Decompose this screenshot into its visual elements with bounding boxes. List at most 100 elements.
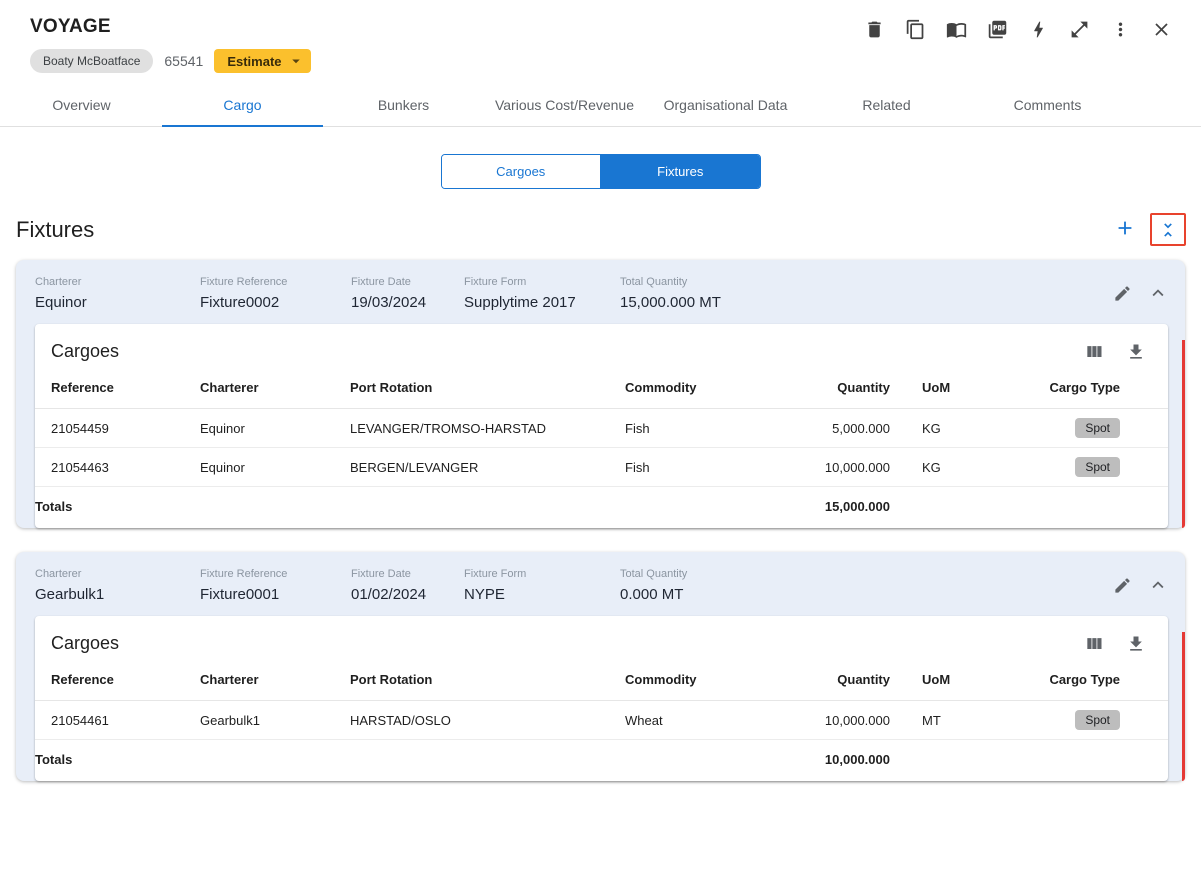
fixtures-section-header: Fixtures (0, 189, 1201, 250)
more-options-button[interactable] (1108, 17, 1132, 41)
tab-related[interactable]: Related (806, 86, 967, 126)
cell-port-rotation: LEVANGER/TROMSO-HARSTAD (350, 408, 625, 448)
totals-label: Totals (35, 499, 73, 514)
tab-cargo[interactable]: Cargo (162, 86, 323, 127)
collapse-fixture-button[interactable] (1147, 282, 1169, 304)
tab-bunkers[interactable]: Bunkers (323, 86, 484, 126)
collapse-fixture-button[interactable] (1147, 574, 1169, 596)
add-fixture-button[interactable] (1108, 217, 1142, 242)
voyage-meta-row: Boaty McBoatface 65541 Estimate (0, 41, 1201, 73)
field-value: NYPE (464, 586, 505, 603)
cell-commodity: Wheat (625, 700, 790, 740)
fixture-reference-field: Fixture Reference Fixture0002 (200, 276, 351, 311)
field-label: Fixture Reference (200, 568, 288, 580)
field-value: Supplytime 2017 (464, 294, 576, 311)
cargoes-card: Cargoes Reference Charterer Port Rotatio… (35, 324, 1168, 528)
vessel-chip: Boaty McBoatface (30, 49, 154, 73)
fixture-header: Charterer Gearbulk1 Fixture Reference Fi… (16, 552, 1185, 616)
table-row[interactable]: 21054463 Equinor BERGEN/LEVANGER Fish 10… (35, 447, 1168, 487)
fixture-card-equinor: Charterer Equinor Fixture Reference Fixt… (16, 260, 1185, 528)
close-icon (1154, 22, 1168, 36)
bolt-button[interactable] (1026, 17, 1050, 41)
tab-organisational-data[interactable]: Organisational Data (645, 86, 806, 126)
cell-uom: KG (890, 447, 1005, 487)
toggle-cargoes-button[interactable]: Cargoes (441, 155, 601, 188)
fixture-card-gearbulk1: Charterer Gearbulk1 Fixture Reference Fi… (16, 552, 1185, 781)
collapse-all-button[interactable] (1150, 213, 1186, 246)
cargoes-card-actions (1084, 634, 1146, 654)
fixture-reference-field: Fixture Reference Fixture0001 (200, 568, 351, 603)
title-bar: VOYAGE (0, 0, 1201, 41)
fixture-header: Charterer Equinor Fixture Reference Fixt… (16, 260, 1185, 324)
estimate-dropdown-button[interactable]: Estimate (214, 49, 311, 73)
chevron-up-icon (1152, 289, 1164, 297)
cargo-type-badge: Spot (1075, 418, 1120, 438)
pdf-icon (988, 20, 1006, 38)
field-label: Charterer (35, 276, 82, 288)
cargoes-title: Cargoes (51, 633, 120, 653)
col-charterer: Charterer (200, 662, 350, 701)
download-button[interactable] (1126, 634, 1146, 654)
field-label: Fixture Form (464, 276, 527, 288)
fixture-actions (1113, 276, 1169, 304)
table-row[interactable]: 21054459 Equinor LEVANGER/TROMSO-HARSTAD… (35, 408, 1168, 448)
fixtures-section-title: Fixtures (16, 216, 95, 242)
download-icon (1130, 636, 1142, 651)
cell-reference: 21054461 (35, 700, 200, 740)
cell-port-rotation: HARSTAD/OSLO (350, 700, 625, 740)
copy-icon (906, 19, 923, 39)
field-label: Total Quantity (620, 568, 688, 580)
col-uom: UoM (890, 370, 1005, 409)
book-button[interactable] (944, 17, 968, 41)
field-value: 15,000.000 MT (620, 294, 721, 311)
delete-button[interactable] (862, 17, 886, 41)
voyage-number: 65541 (164, 53, 204, 69)
fixture-form-field: Fixture Form NYPE (464, 568, 620, 603)
chevron-down-icon (291, 59, 300, 64)
cell-uom: KG (890, 408, 1005, 448)
fixture-form-field: Fixture Form Supplytime 2017 (464, 276, 620, 311)
window-toolbar (862, 16, 1173, 41)
delete-icon (867, 21, 881, 37)
field-label: Fixture Date (351, 276, 411, 288)
tab-overview[interactable]: Overview (1, 86, 162, 126)
open-in-full-icon (1071, 21, 1087, 37)
close-button[interactable] (1149, 17, 1173, 41)
col-uom: UoM (890, 662, 1005, 701)
edit-fixture-button[interactable] (1113, 284, 1132, 303)
toggle-fixtures-button[interactable]: Fixtures (601, 155, 760, 188)
column-settings-button[interactable] (1084, 634, 1104, 654)
field-value: 01/02/2024 (351, 586, 427, 603)
cell-quantity: 5,000.000 (790, 408, 890, 448)
validation-accent-line (1182, 632, 1185, 781)
col-port-rotation: Port Rotation (350, 662, 625, 701)
cell-port-rotation: BERGEN/LEVANGER (350, 447, 625, 487)
column-settings-button[interactable] (1084, 342, 1104, 362)
cargoes-card-actions (1084, 342, 1146, 362)
copy-button[interactable] (903, 17, 927, 41)
download-button[interactable] (1126, 342, 1146, 362)
tab-various-cost-revenue[interactable]: Various Cost/Revenue (484, 86, 645, 126)
cell-reference: 21054463 (35, 447, 200, 487)
fixture-actions (1113, 568, 1169, 596)
cell-cargo-type: Spot (1005, 700, 1168, 740)
cell-charterer: Gearbulk1 (200, 700, 350, 740)
table-row[interactable]: 21054461 Gearbulk1 HARSTAD/OSLO Wheat 10… (35, 700, 1168, 740)
edit-fixture-button[interactable] (1113, 576, 1132, 595)
totals-quantity: 10,000.000 (824, 752, 890, 767)
pencil-icon (1115, 577, 1130, 593)
open-in-full-button[interactable] (1067, 17, 1091, 41)
cargoes-table: Reference Charterer Port Rotation Commod… (35, 370, 1168, 528)
fixture-charterer-field: Charterer Gearbulk1 (35, 568, 200, 603)
field-value: Gearbulk1 (35, 586, 105, 603)
unfold-less-icon (1164, 222, 1172, 237)
cell-commodity: Fish (625, 408, 790, 448)
field-label: Fixture Date (351, 568, 411, 580)
col-cargo-type: Cargo Type (1005, 662, 1168, 701)
field-label: Fixture Reference (200, 276, 288, 288)
main-tab-bar: Overview Cargo Bunkers Various Cost/Reve… (0, 86, 1201, 127)
tab-comments[interactable]: Comments (967, 86, 1128, 126)
cell-cargo-type: Spot (1005, 447, 1168, 487)
cargo-type-badge: Spot (1075, 710, 1120, 730)
pdf-button[interactable] (985, 17, 1009, 41)
